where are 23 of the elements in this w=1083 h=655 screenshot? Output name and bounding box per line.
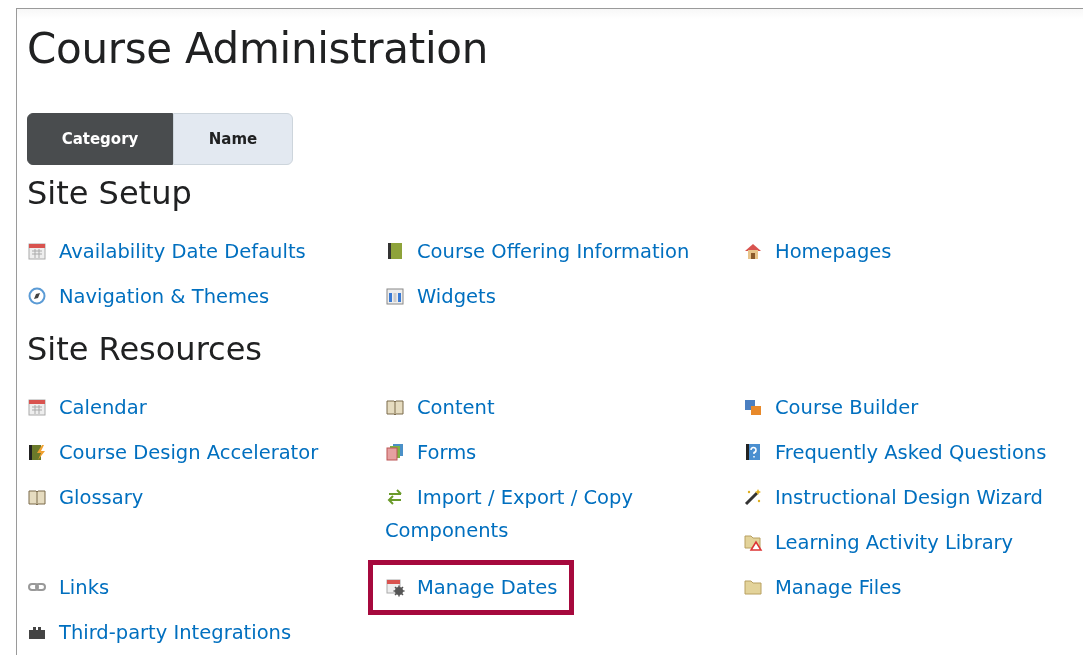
widgets-icon: [385, 286, 405, 306]
forms-icon: [385, 442, 405, 462]
magic-wand-icon: [743, 487, 763, 507]
calendar-icon: [27, 397, 47, 417]
folder-icon: [743, 577, 763, 597]
house-icon: [743, 241, 763, 261]
book-with-bolt-icon: [27, 442, 47, 462]
admin-tool-link[interactable]: Homepages: [726, 224, 909, 279]
page-title: Course Administration: [27, 23, 489, 75]
folder-with-triangle-icon: [743, 532, 763, 552]
admin-tool-link[interactable]: Manage Dates: [368, 560, 575, 615]
calendar-icon: [27, 241, 47, 261]
calendar-gear-icon: [385, 577, 405, 597]
section-heading: Site Setup: [27, 173, 193, 213]
section-heading: Site Resources: [27, 329, 264, 369]
question-book-icon: [743, 442, 763, 462]
view-toggle-button[interactable]: Name: [173, 113, 293, 165]
open-book-icon: [385, 397, 405, 417]
open-book-icon: [27, 487, 47, 507]
cubes-icon: [743, 397, 763, 417]
compass-icon: [27, 286, 47, 306]
book-icon: [385, 241, 405, 261]
view-toggle-button[interactable]: Category: [27, 113, 173, 165]
